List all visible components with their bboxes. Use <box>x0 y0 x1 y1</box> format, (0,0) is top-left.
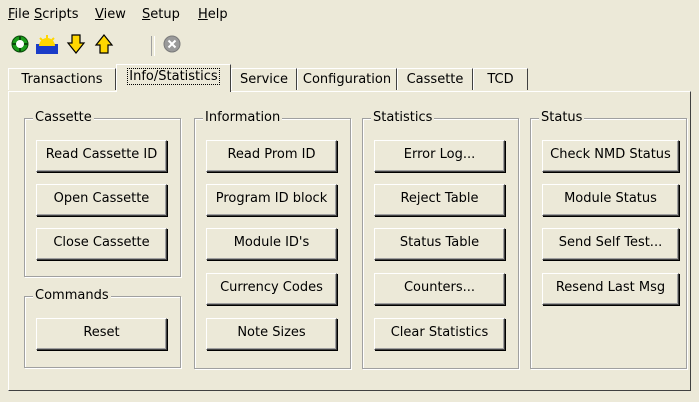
open-cassette-button[interactable]: Open Cassette <box>36 184 167 216</box>
tab-cassette[interactable]: Cassette <box>397 68 473 90</box>
group-cassette-title: Cassette <box>33 110 94 126</box>
close-cassette-button[interactable]: Close Cassette <box>36 228 167 260</box>
group-statistics-title: Statistics <box>371 110 435 126</box>
connect-icon[interactable] <box>10 34 30 56</box>
menu-file-rest: ile <box>14 7 30 22</box>
menu-scripts[interactable]: Scripts <box>34 8 79 22</box>
clear-statistics-button[interactable]: Clear Statistics <box>374 318 505 350</box>
module-ids-button[interactable]: Module ID's <box>206 228 337 260</box>
toolbar <box>0 34 699 60</box>
note-sizes-button[interactable]: Note Sizes <box>206 318 337 350</box>
program-id-block-button[interactable]: Program ID block <box>206 184 337 216</box>
menu-help-rest: elp <box>207 7 228 22</box>
status-table-button[interactable]: Status Table <box>374 228 505 260</box>
resend-last-msg-button[interactable]: Resend Last Msg <box>542 273 679 305</box>
module-status-button[interactable]: Module Status <box>542 184 679 216</box>
tab-strip: Transactions Info/Statistics Service Con… <box>8 64 528 92</box>
menu-bar: File Scripts View Setup Help <box>0 0 699 24</box>
currency-codes-button[interactable]: Currency Codes <box>206 273 337 305</box>
tab-tcd[interactable]: TCD <box>473 68 528 90</box>
menu-setup-rest: etup <box>150 7 180 22</box>
menu-help[interactable]: Help <box>198 8 228 22</box>
reset-button[interactable]: Reset <box>36 318 167 350</box>
read-cassette-id-button[interactable]: Read Cassette ID <box>36 140 167 172</box>
menu-setup[interactable]: Setup <box>142 8 180 22</box>
tab-configuration[interactable]: Configuration <box>297 68 397 90</box>
read-prom-id-button[interactable]: Read Prom ID <box>206 140 337 172</box>
tab-service[interactable]: Service <box>231 68 297 90</box>
menu-scripts-rest: cripts <box>42 7 79 22</box>
menu-file[interactable]: File <box>8 8 30 22</box>
send-self-test-button[interactable]: Send Self Test... <box>542 228 679 260</box>
download-arrow-icon[interactable] <box>66 34 86 56</box>
menu-view-rest: iew <box>103 7 126 22</box>
reject-table-button[interactable]: Reject Table <box>374 184 505 216</box>
stop-icon[interactable] <box>162 34 182 56</box>
counters-button[interactable]: Counters... <box>374 273 505 305</box>
check-nmd-status-button[interactable]: Check NMD Status <box>542 140 679 172</box>
menu-view[interactable]: View <box>95 8 126 22</box>
toolbar-separator <box>151 36 155 56</box>
group-commands-title: Commands <box>33 288 111 304</box>
group-information-title: Information <box>203 110 283 126</box>
upload-arrow-icon[interactable] <box>94 34 114 56</box>
tab-info-statistics-label: Info/Statistics <box>127 68 220 85</box>
tab-transactions[interactable]: Transactions <box>8 68 116 90</box>
sunrise-icon[interactable] <box>36 34 58 56</box>
error-log-button[interactable]: Error Log... <box>374 140 505 172</box>
group-status-title: Status <box>539 110 585 126</box>
tab-info-statistics[interactable]: Info/Statistics <box>116 64 231 92</box>
